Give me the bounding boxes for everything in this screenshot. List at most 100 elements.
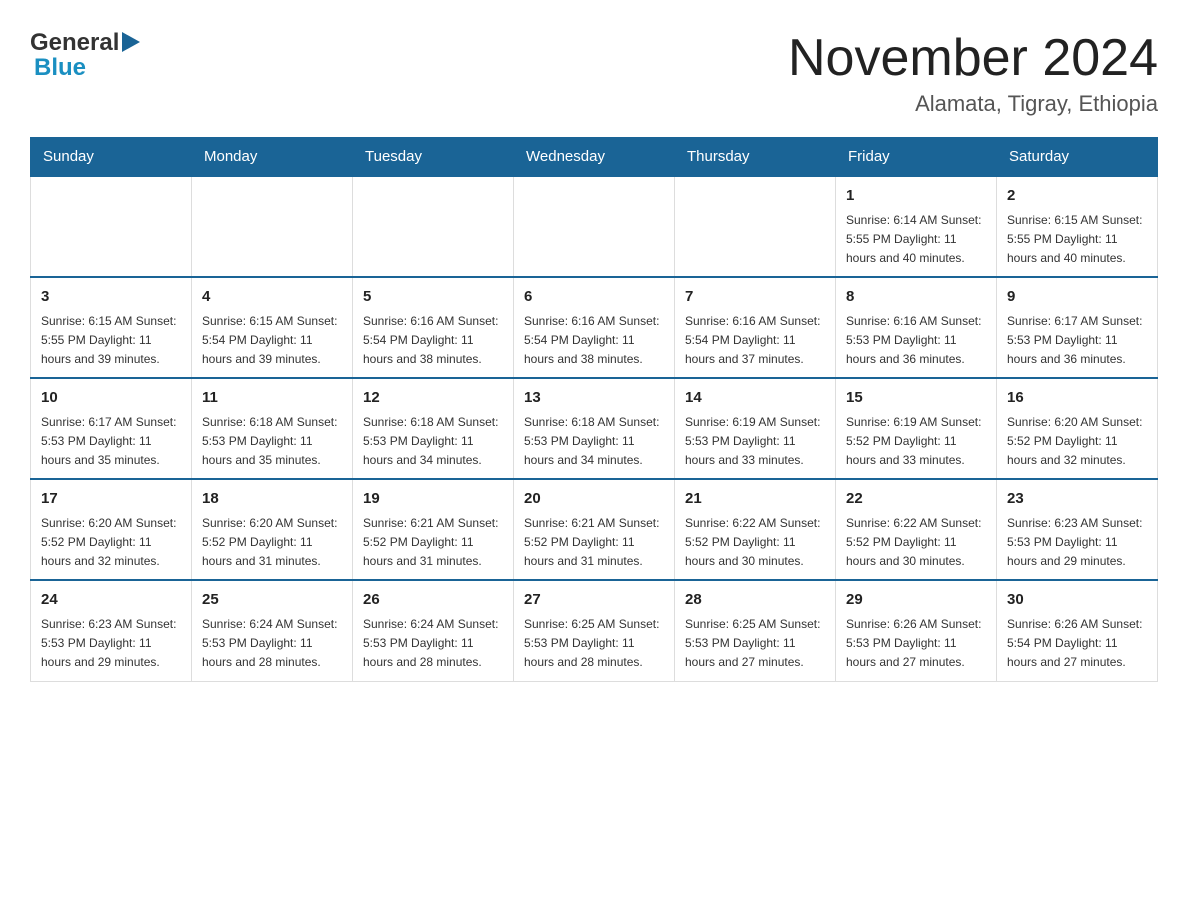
day-number: 1 xyxy=(846,185,986,208)
day-number: 29 xyxy=(846,589,986,612)
calendar-day-cell xyxy=(514,176,675,277)
calendar-day-cell: 25 Sunrise: 6:24 AM Sunset: 5:53 PM Dayli… xyxy=(192,580,353,681)
calendar-day-header: Thursday xyxy=(675,138,836,177)
calendar-day-cell: 23 Sunrise: 6:23 AM Sunset: 5:53 PM Dayli… xyxy=(997,479,1158,580)
location-title: Alamata, Tigray, Ethiopia xyxy=(788,91,1158,117)
day-number: 13 xyxy=(524,387,664,410)
calendar-day-cell: 19 Sunrise: 6:21 AM Sunset: 5:52 PM Dayli… xyxy=(353,479,514,580)
day-number: 6 xyxy=(524,286,664,309)
calendar-day-cell: 2 Sunrise: 6:15 AM Sunset: 5:55 PM Daylig… xyxy=(997,176,1158,277)
day-number: 27 xyxy=(524,589,664,612)
day-info: Sunrise: 6:20 AM Sunset: 5:52 PM Dayligh… xyxy=(41,514,181,572)
day-number: 8 xyxy=(846,286,986,309)
calendar-day-cell: 16 Sunrise: 6:20 AM Sunset: 5:52 PM Dayli… xyxy=(997,378,1158,479)
day-number: 7 xyxy=(685,286,825,309)
day-number: 15 xyxy=(846,387,986,410)
day-info: Sunrise: 6:18 AM Sunset: 5:53 PM Dayligh… xyxy=(524,413,664,471)
calendar-day-cell: 5 Sunrise: 6:16 AM Sunset: 5:54 PM Daylig… xyxy=(353,277,514,378)
month-title: November 2024 xyxy=(788,30,1158,87)
day-info: Sunrise: 6:23 AM Sunset: 5:53 PM Dayligh… xyxy=(41,615,181,673)
calendar-day-cell: 30Sunrise: 6:26 AM Sunset: 5:54 PM Dayli… xyxy=(997,580,1158,681)
calendar-day-cell: 18Sunrise: 6:20 AM Sunset: 5:52 PM Dayli… xyxy=(192,479,353,580)
day-number: 19 xyxy=(363,488,503,511)
day-number: 24 xyxy=(41,589,181,612)
calendar-day-header: Tuesday xyxy=(353,138,514,177)
calendar-day-header: Sunday xyxy=(31,138,192,177)
calendar-day-cell: 27 Sunrise: 6:25 AM Sunset: 5:53 PM Dayli… xyxy=(514,580,675,681)
day-number: 2 xyxy=(1007,185,1147,208)
calendar-day-cell: 22 Sunrise: 6:22 AM Sunset: 5:52 PM Dayli… xyxy=(836,479,997,580)
day-info: Sunrise: 6:21 AM Sunset: 5:52 PM Dayligh… xyxy=(363,514,503,572)
calendar-day-cell: 24 Sunrise: 6:23 AM Sunset: 5:53 PM Dayli… xyxy=(31,580,192,681)
day-number: 26 xyxy=(363,589,503,612)
day-number: 9 xyxy=(1007,286,1147,309)
day-info: Sunrise: 6:18 AM Sunset: 5:53 PM Dayligh… xyxy=(363,413,503,471)
calendar-day-cell: 13 Sunrise: 6:18 AM Sunset: 5:53 PM Dayli… xyxy=(514,378,675,479)
logo-chevron-icon xyxy=(122,32,140,56)
day-info: Sunrise: 6:16 AM Sunset: 5:54 PM Dayligh… xyxy=(685,312,825,370)
calendar-day-cell: 28Sunrise: 6:25 AM Sunset: 5:53 PM Dayli… xyxy=(675,580,836,681)
calendar-header-row: SundayMondayTuesdayWednesdayThursdayFrid… xyxy=(31,138,1158,177)
day-number: 16 xyxy=(1007,387,1147,410)
day-number: 11 xyxy=(202,387,342,410)
day-number: 22 xyxy=(846,488,986,511)
day-number: 14 xyxy=(685,387,825,410)
day-number: 12 xyxy=(363,387,503,410)
day-number: 17 xyxy=(41,488,181,511)
day-number: 20 xyxy=(524,488,664,511)
calendar-day-header: Monday xyxy=(192,138,353,177)
calendar-week-row: 3 Sunrise: 6:15 AM Sunset: 5:55 PM Daylig… xyxy=(31,277,1158,378)
calendar-day-cell: 4 Sunrise: 6:15 AM Sunset: 5:54 PM Daylig… xyxy=(192,277,353,378)
calendar-day-cell: 8 Sunrise: 6:16 AM Sunset: 5:53 PM Daylig… xyxy=(836,277,997,378)
day-info: Sunrise: 6:24 AM Sunset: 5:53 PM Dayligh… xyxy=(363,615,503,673)
day-info: Sunrise: 6:20 AM Sunset: 5:52 PM Dayligh… xyxy=(1007,413,1147,471)
calendar-day-header: Saturday xyxy=(997,138,1158,177)
day-info: Sunrise: 6:16 AM Sunset: 5:53 PM Dayligh… xyxy=(846,312,986,370)
page-header: General Blue November 2024 Alamata, Tigr… xyxy=(30,30,1158,117)
day-number: 21 xyxy=(685,488,825,511)
calendar-day-cell: 20Sunrise: 6:21 AM Sunset: 5:52 PM Dayli… xyxy=(514,479,675,580)
day-info: Sunrise: 6:19 AM Sunset: 5:52 PM Dayligh… xyxy=(846,413,986,471)
day-number: 10 xyxy=(41,387,181,410)
calendar-day-cell: 11Sunrise: 6:18 AM Sunset: 5:53 PM Dayli… xyxy=(192,378,353,479)
day-info: Sunrise: 6:23 AM Sunset: 5:53 PM Dayligh… xyxy=(1007,514,1147,572)
day-info: Sunrise: 6:17 AM Sunset: 5:53 PM Dayligh… xyxy=(1007,312,1147,370)
day-info: Sunrise: 6:16 AM Sunset: 5:54 PM Dayligh… xyxy=(363,312,503,370)
day-info: Sunrise: 6:15 AM Sunset: 5:55 PM Dayligh… xyxy=(41,312,181,370)
day-number: 25 xyxy=(202,589,342,612)
day-info: Sunrise: 6:26 AM Sunset: 5:54 PM Dayligh… xyxy=(1007,615,1147,673)
day-info: Sunrise: 6:25 AM Sunset: 5:53 PM Dayligh… xyxy=(524,615,664,673)
calendar-day-cell xyxy=(675,176,836,277)
day-info: Sunrise: 6:14 AM Sunset: 5:55 PM Dayligh… xyxy=(846,211,986,269)
calendar-table: SundayMondayTuesdayWednesdayThursdayFrid… xyxy=(30,137,1158,681)
logo: General Blue xyxy=(30,30,140,80)
calendar-day-cell: 7 Sunrise: 6:16 AM Sunset: 5:54 PM Daylig… xyxy=(675,277,836,378)
day-number: 18 xyxy=(202,488,342,511)
calendar-day-cell: 9 Sunrise: 6:17 AM Sunset: 5:53 PM Daylig… xyxy=(997,277,1158,378)
calendar-week-row: 24 Sunrise: 6:23 AM Sunset: 5:53 PM Dayli… xyxy=(31,580,1158,681)
calendar-day-cell: 3 Sunrise: 6:15 AM Sunset: 5:55 PM Daylig… xyxy=(31,277,192,378)
calendar-day-cell: 1 Sunrise: 6:14 AM Sunset: 5:55 PM Daylig… xyxy=(836,176,997,277)
day-info: Sunrise: 6:22 AM Sunset: 5:52 PM Dayligh… xyxy=(846,514,986,572)
calendar-day-cell: 29Sunrise: 6:26 AM Sunset: 5:53 PM Dayli… xyxy=(836,580,997,681)
title-block: November 2024 Alamata, Tigray, Ethiopia xyxy=(788,30,1158,117)
calendar-day-cell: 26 Sunrise: 6:24 AM Sunset: 5:53 PM Dayli… xyxy=(353,580,514,681)
day-number: 28 xyxy=(685,589,825,612)
calendar-day-cell xyxy=(192,176,353,277)
day-number: 3 xyxy=(41,286,181,309)
day-info: Sunrise: 6:15 AM Sunset: 5:54 PM Dayligh… xyxy=(202,312,342,370)
day-number: 4 xyxy=(202,286,342,309)
day-info: Sunrise: 6:22 AM Sunset: 5:52 PM Dayligh… xyxy=(685,514,825,572)
calendar-day-header: Wednesday xyxy=(514,138,675,177)
day-info: Sunrise: 6:15 AM Sunset: 5:55 PM Dayligh… xyxy=(1007,211,1147,269)
day-info: Sunrise: 6:16 AM Sunset: 5:54 PM Dayligh… xyxy=(524,312,664,370)
calendar-day-cell xyxy=(31,176,192,277)
day-info: Sunrise: 6:24 AM Sunset: 5:53 PM Dayligh… xyxy=(202,615,342,673)
calendar-day-cell: 14Sunrise: 6:19 AM Sunset: 5:53 PM Dayli… xyxy=(675,378,836,479)
calendar-week-row: 17 Sunrise: 6:20 AM Sunset: 5:52 PM Dayli… xyxy=(31,479,1158,580)
calendar-week-row: 1 Sunrise: 6:14 AM Sunset: 5:55 PM Daylig… xyxy=(31,176,1158,277)
day-number: 23 xyxy=(1007,488,1147,511)
day-number: 5 xyxy=(363,286,503,309)
calendar-day-header: Friday xyxy=(836,138,997,177)
calendar-day-cell: 15 Sunrise: 6:19 AM Sunset: 5:52 PM Dayli… xyxy=(836,378,997,479)
